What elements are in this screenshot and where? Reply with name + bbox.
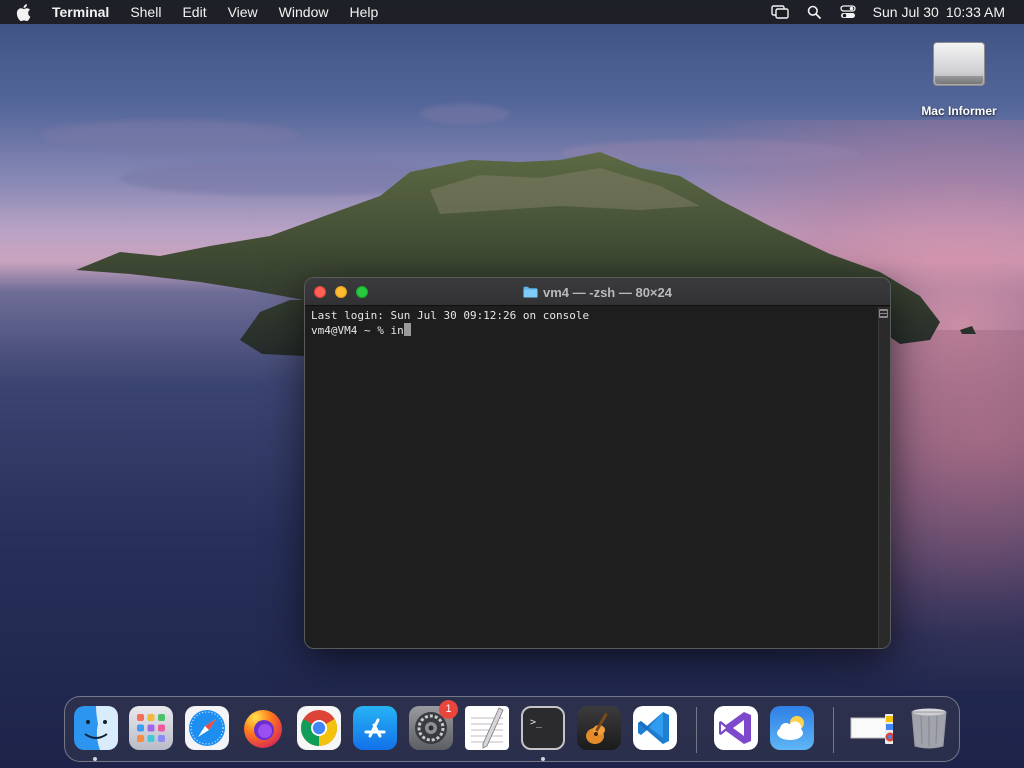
- spotlight-search-icon[interactable]: [805, 4, 823, 20]
- menu-edit[interactable]: Edit: [182, 0, 206, 24]
- menu-app-name[interactable]: Terminal: [52, 0, 109, 24]
- apple-menu-icon[interactable]: [16, 3, 32, 21]
- app-store-icon: [353, 706, 397, 750]
- dock-item-folder-stack[interactable]: [849, 706, 893, 750]
- text-cursor: [403, 323, 411, 336]
- launchpad-icon: [129, 706, 173, 750]
- svg-text:>_: >_: [530, 717, 543, 728]
- menu-bar-clock[interactable]: 10:33 AM: [946, 4, 1005, 20]
- finder-icon: [74, 706, 118, 750]
- dock-item-launchpad[interactable]: [129, 706, 173, 750]
- weather-icon: [770, 706, 814, 750]
- external-drive-icon: [931, 34, 987, 90]
- screen-mirroring-icon[interactable]: [770, 4, 789, 20]
- vscode-icon: [633, 706, 677, 750]
- running-indicator: [541, 757, 545, 761]
- terminal-line: Last login: Sun Jul 30 09:12:26 on conso…: [311, 309, 590, 322]
- scrollbar-grip-icon[interactable]: [879, 309, 888, 318]
- terminal-prompt-line[interactable]: vm4@VM4 ~ % in: [311, 323, 872, 338]
- menu-view[interactable]: View: [228, 0, 258, 24]
- terminal-input[interactable]: in: [390, 324, 403, 337]
- firefox-icon: [241, 706, 285, 750]
- menu-bar: Terminal Shell Edit View Window Help Sun…: [0, 0, 1024, 24]
- visual-studio-icon: [714, 706, 758, 750]
- dock-separator: [696, 707, 697, 753]
- terminal-window-title: vm4 — -zsh — 80×24: [543, 284, 672, 300]
- trash-icon: [907, 706, 951, 750]
- terminal-scrollbar[interactable]: [878, 307, 890, 648]
- menu-window[interactable]: Window: [279, 0, 329, 24]
- menu-shell[interactable]: Shell: [130, 0, 161, 24]
- dock-separator: [833, 707, 834, 753]
- dock-item-garageband[interactable]: [577, 706, 621, 750]
- home-folder-icon: [523, 286, 538, 298]
- terminal-output[interactable]: Last login: Sun Jul 30 09:12:26 on conso…: [305, 307, 878, 648]
- dock-item-terminal[interactable]: >_: [521, 706, 565, 750]
- dock-item-firefox[interactable]: [241, 706, 285, 750]
- menu-bar-date[interactable]: Sun Jul 30: [873, 4, 939, 20]
- dock-item-app-store[interactable]: [353, 706, 397, 750]
- menu-help[interactable]: Help: [349, 0, 378, 24]
- safari-icon: [185, 706, 229, 750]
- terminal-titlebar[interactable]: vm4 — -zsh — 80×24: [305, 278, 890, 306]
- folder-stack-icon: [849, 706, 893, 750]
- terminal-icon: >_: [521, 706, 565, 750]
- terminal-window: vm4 — -zsh — 80×24 Last login: Sun Jul 3…: [304, 277, 891, 649]
- notification-badge: 1: [439, 700, 458, 719]
- dock-item-chrome[interactable]: [297, 706, 341, 750]
- garageband-icon: [577, 706, 621, 750]
- terminal-prompt: vm4@VM4 ~ %: [311, 324, 391, 337]
- dock-item-finder[interactable]: [74, 706, 118, 750]
- dock-item-safari[interactable]: [185, 706, 229, 750]
- dock-item-system-preferences[interactable]: 1: [409, 700, 458, 750]
- dock-item-trash[interactable]: [907, 706, 951, 750]
- chrome-icon: [297, 706, 341, 750]
- control-center-icon[interactable]: [839, 4, 857, 20]
- dock-item-vscode[interactable]: [633, 706, 677, 750]
- desktop-icon-mac-informer[interactable]: Mac Informer: [916, 34, 1002, 118]
- dock-item-weather[interactable]: [770, 706, 814, 750]
- dock-item-textedit[interactable]: [465, 706, 509, 750]
- running-indicator: [93, 757, 97, 761]
- textedit-icon: [465, 706, 509, 750]
- dock-item-visual-studio[interactable]: [714, 706, 758, 750]
- dock: 1 >_: [64, 696, 960, 762]
- desktop-icon-label: Mac Informer: [921, 104, 997, 118]
